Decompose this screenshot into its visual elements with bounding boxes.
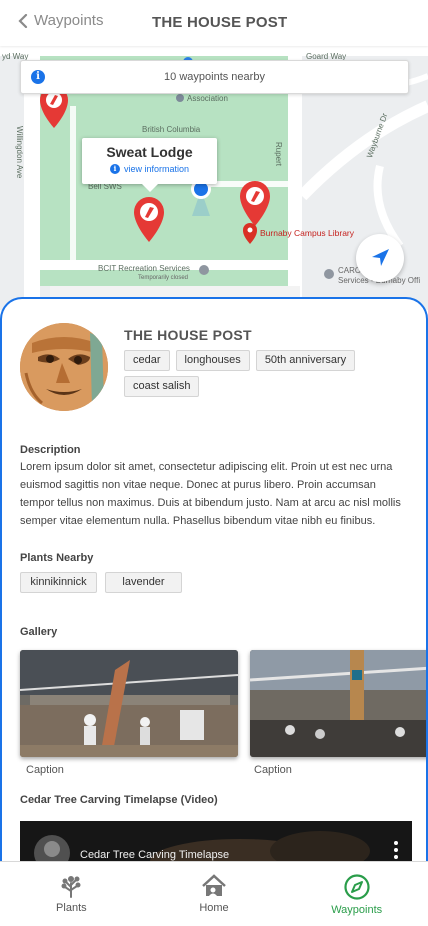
gallery-heading: Gallery — [20, 626, 58, 638]
tag-chip[interactable]: 50th anniversary — [255, 350, 356, 371]
nav-label: Plants — [56, 902, 87, 914]
map-label: Association — [187, 94, 228, 103]
gallery-image[interactable] — [20, 650, 238, 757]
gallery-image[interactable] — [250, 650, 426, 757]
view-information-link[interactable]: i view information — [82, 164, 217, 174]
map-label: Temporarily closed — [138, 275, 189, 281]
description-text: Lorem ipsum dolor sit amet, consectetur … — [20, 461, 401, 527]
map-label-library: Burnaby Campus Library — [260, 228, 355, 238]
app-header: Waypoints THE HOUSE POST — [0, 0, 428, 46]
nav-item-home[interactable]: Home — [143, 862, 286, 926]
map-view[interactable]: yd Way Goard Way Association British Col… — [0, 46, 428, 310]
info-icon: i — [31, 70, 45, 84]
locate-me-button[interactable] — [356, 234, 404, 282]
page-title: THE HOUSE POST — [152, 14, 288, 31]
gallery-caption: Caption — [26, 764, 64, 776]
waypoint-image — [20, 323, 108, 411]
banner-text: 10 waypoints nearby — [164, 71, 265, 83]
map-label: Willingdon Ave — [15, 126, 24, 179]
compass-icon — [344, 874, 370, 900]
info-icon: i — [109, 164, 120, 174]
map-label: BCIT Recreation Services — [98, 264, 190, 273]
nav-item-waypoints[interactable]: Waypoints — [285, 862, 428, 926]
tag-chip[interactable]: cedar — [124, 350, 170, 371]
plants-nearby-heading: Plants Nearby — [20, 552, 94, 564]
nav-label: Home — [199, 902, 229, 914]
marker-popup[interactable]: Sweat Lodge i view information — [82, 138, 217, 192]
map-label: British Columbia — [142, 125, 201, 134]
gallery-caption: Caption — [254, 764, 292, 776]
back-label: Waypoints — [34, 12, 104, 29]
chevron-left-icon — [18, 13, 28, 28]
carved-face-image — [20, 323, 108, 411]
waypoint-title: THE HOUSE POST — [124, 327, 252, 343]
house-icon — [202, 874, 226, 896]
gallery-photo — [20, 650, 238, 757]
popup-title: Sweat Lodge — [106, 144, 193, 160]
back-button[interactable]: Waypoints — [18, 12, 103, 29]
nav-item-plants[interactable]: Plants — [0, 862, 143, 926]
video-title: Cedar Tree Carving Timelapse — [80, 849, 230, 861]
waypoint-detail-sheet[interactable]: THE HOUSE POST cedar longhouses 50th ann… — [0, 297, 428, 867]
view-information-label: view information — [123, 164, 190, 174]
tree-icon — [61, 876, 81, 898]
waypoints-nearby-banner: i 10 waypoints nearby — [20, 60, 409, 94]
plant-chip[interactable]: kinnikinnick — [20, 572, 97, 593]
video-heading: Cedar Tree Carving Timelapse (Video) — [20, 794, 218, 806]
plant-chip[interactable]: lavender — [105, 572, 182, 593]
nav-label: Waypoints — [331, 904, 383, 916]
bottom-navigation: Plants Home Waypoints — [0, 861, 428, 926]
description-heading: Description — [20, 444, 81, 456]
navigation-arrow-icon — [372, 249, 389, 266]
map-label: Rupert — [274, 142, 283, 167]
tag-chip[interactable]: coast salish — [124, 376, 200, 397]
tag-list: cedar longhouses 50th anniversary coast … — [124, 350, 384, 397]
more-options-icon[interactable] — [394, 841, 398, 862]
tag-chip[interactable]: longhouses — [175, 350, 250, 371]
gallery-photo — [250, 650, 426, 757]
plants-list: kinnikinnick lavender — [20, 572, 182, 593]
